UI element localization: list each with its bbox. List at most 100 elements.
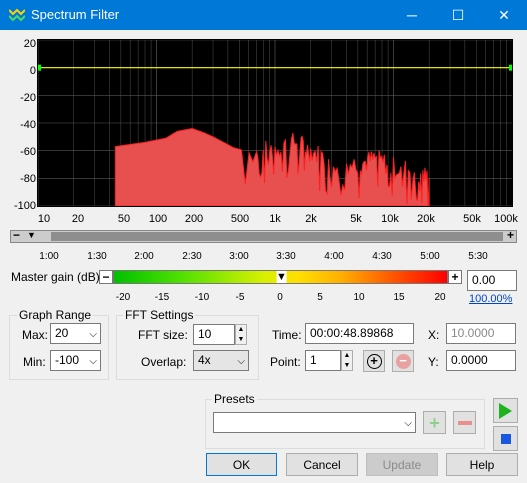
spectrum-graph[interactable] xyxy=(35,39,515,212)
remove-preset-button[interactable] xyxy=(453,411,476,434)
time-label: Time: xyxy=(272,328,302,342)
point-spinner[interactable]: ▲ ▼ xyxy=(341,350,353,371)
chevron-down-icon[interactable]: ⌵ xyxy=(237,354,245,369)
timeline-minus-button[interactable]: − xyxy=(13,228,20,242)
gain-plus-label: + xyxy=(451,270,459,284)
x-tick-label: 50k xyxy=(463,213,481,225)
stop-icon xyxy=(500,433,511,444)
gain-percent-link[interactable]: 100.00% xyxy=(469,293,512,305)
overlap-combo[interactable]: 4x ⌵ xyxy=(193,350,249,371)
y-tick-label: -80 xyxy=(20,173,36,185)
point-label: Point: xyxy=(270,355,301,369)
filter-point xyxy=(35,64,41,71)
timeline-plus-button[interactable]: + xyxy=(507,228,514,242)
cancel-button[interactable]: Cancel xyxy=(286,453,358,476)
play-icon xyxy=(499,402,512,419)
timeline-tick-label: 2:30 xyxy=(182,251,202,262)
spin-up-icon[interactable]: ▲ xyxy=(236,325,246,335)
gain-tick-label: 5 xyxy=(317,292,323,303)
fft-size-spinner[interactable]: ▲ ▼ xyxy=(235,324,247,345)
x-tick-label: 5k xyxy=(350,213,362,225)
gain-minus-label: − xyxy=(102,270,110,284)
timeline-marker-icon[interactable]: ▼ xyxy=(27,230,36,240)
maximize-icon: ☐ xyxy=(451,6,465,23)
time-input[interactable]: 00:00:48.89868 xyxy=(305,323,414,344)
timeline-tick-label: 4:00 xyxy=(324,251,344,262)
timeline-tick-label: 3:00 xyxy=(229,251,249,262)
gain-tick-label: -15 xyxy=(154,292,170,303)
x-tick-label: 500 xyxy=(230,213,250,225)
gain-minus-button[interactable]: − xyxy=(99,270,113,284)
maximize-button[interactable]: ☐ xyxy=(435,0,481,30)
y-tick-label: -20 xyxy=(20,92,36,104)
x-tick-label: 50 xyxy=(117,213,131,225)
timeline-scroll-thumb[interactable] xyxy=(51,232,503,241)
add-preset-button[interactable]: + xyxy=(423,411,446,434)
y-tick-label: -40 xyxy=(20,119,36,131)
minus-circle-icon: − xyxy=(395,353,411,369)
overlap-label: Overlap: xyxy=(141,355,187,369)
y-label: Y: xyxy=(428,355,439,369)
spin-up-icon[interactable]: ▲ xyxy=(342,351,352,361)
presets-combo[interactable]: ⌵ xyxy=(213,412,416,433)
gain-tick-label: -5 xyxy=(235,292,245,303)
stop-button[interactable] xyxy=(493,426,518,451)
x-tick-label: 1k xyxy=(269,213,281,225)
remove-point-button[interactable]: − xyxy=(392,350,414,372)
max-combo[interactable]: 20 ⌵ xyxy=(50,323,101,344)
max-label: Max: xyxy=(22,328,49,342)
gain-tick-label: 10 xyxy=(353,292,365,303)
close-icon: ✕ xyxy=(498,6,510,23)
update-button[interactable]: Update xyxy=(366,453,438,476)
plus-icon: + xyxy=(429,412,440,433)
x-tick-label: 20 xyxy=(71,213,85,225)
x-input[interactable]: 10.0000 xyxy=(446,323,516,344)
timeline-tick-label: 5:30 xyxy=(468,251,488,262)
x-tick-label: 20k xyxy=(417,213,435,225)
app-icon xyxy=(9,8,25,22)
window-title: Spectrum Filter xyxy=(31,7,120,22)
gain-tick-label: -20 xyxy=(115,292,131,303)
spin-down-icon[interactable]: ▼ xyxy=(342,361,352,371)
timeline-tick-label: 3:30 xyxy=(276,251,296,262)
timeline-tick-label: 1:30 xyxy=(87,251,107,262)
y-tick-label: 20 xyxy=(23,38,36,50)
chevron-down-icon[interactable]: ⌵ xyxy=(89,327,97,342)
min-combo[interactable]: -100 ⌵ xyxy=(50,350,101,371)
minus-icon xyxy=(457,420,472,425)
gain-tick-label: -10 xyxy=(194,292,210,303)
fft-size-input[interactable]: 10 xyxy=(193,324,235,345)
graph-range-title: Graph Range xyxy=(17,308,94,322)
gain-tick-label: 15 xyxy=(393,292,405,303)
presets-title: Presets xyxy=(212,392,257,406)
play-button[interactable] xyxy=(493,398,518,423)
close-button[interactable]: ✕ xyxy=(481,0,527,30)
gain-plus-button[interactable]: + xyxy=(448,270,462,284)
min-value: -100 xyxy=(55,353,80,367)
ok-button[interactable]: OK xyxy=(206,453,277,476)
timeline-tick-label: 1:00 xyxy=(39,251,59,262)
point-input[interactable]: 1 xyxy=(305,350,341,371)
spin-down-icon[interactable]: ▼ xyxy=(236,335,246,345)
y-tick-label: -100 xyxy=(13,200,36,212)
plus-circle-icon: + xyxy=(366,353,382,369)
minimize-icon: ─ xyxy=(407,7,417,23)
add-point-button[interactable]: + xyxy=(363,350,385,372)
chevron-down-icon[interactable]: ⌵ xyxy=(89,354,97,369)
y-tick-label: -60 xyxy=(20,146,36,158)
spectrum-plot[interactable] xyxy=(35,39,515,212)
gain-slider-thumb-icon[interactable]: ▼ xyxy=(276,271,287,283)
help-button[interactable]: Help xyxy=(446,453,518,476)
title-bar: Spectrum Filter ─ ☐ ✕ xyxy=(0,0,527,30)
y-input[interactable]: 0.0000 xyxy=(446,350,516,371)
chevron-down-icon[interactable]: ⌵ xyxy=(404,416,412,431)
gain-tick-label: 20 xyxy=(434,292,446,303)
x-tick-label: 10k xyxy=(381,213,399,225)
minimize-button[interactable]: ─ xyxy=(389,0,435,30)
master-gain-input[interactable]: 0.00 xyxy=(467,270,517,291)
x-label: X: xyxy=(428,328,440,342)
y-tick-label: 0 xyxy=(29,65,36,77)
timeline-scrollbar[interactable]: − ▼ + xyxy=(10,228,517,243)
fft-settings-title: FFT Settings xyxy=(123,308,196,322)
master-gain-slider[interactable]: ▼ xyxy=(113,270,448,284)
